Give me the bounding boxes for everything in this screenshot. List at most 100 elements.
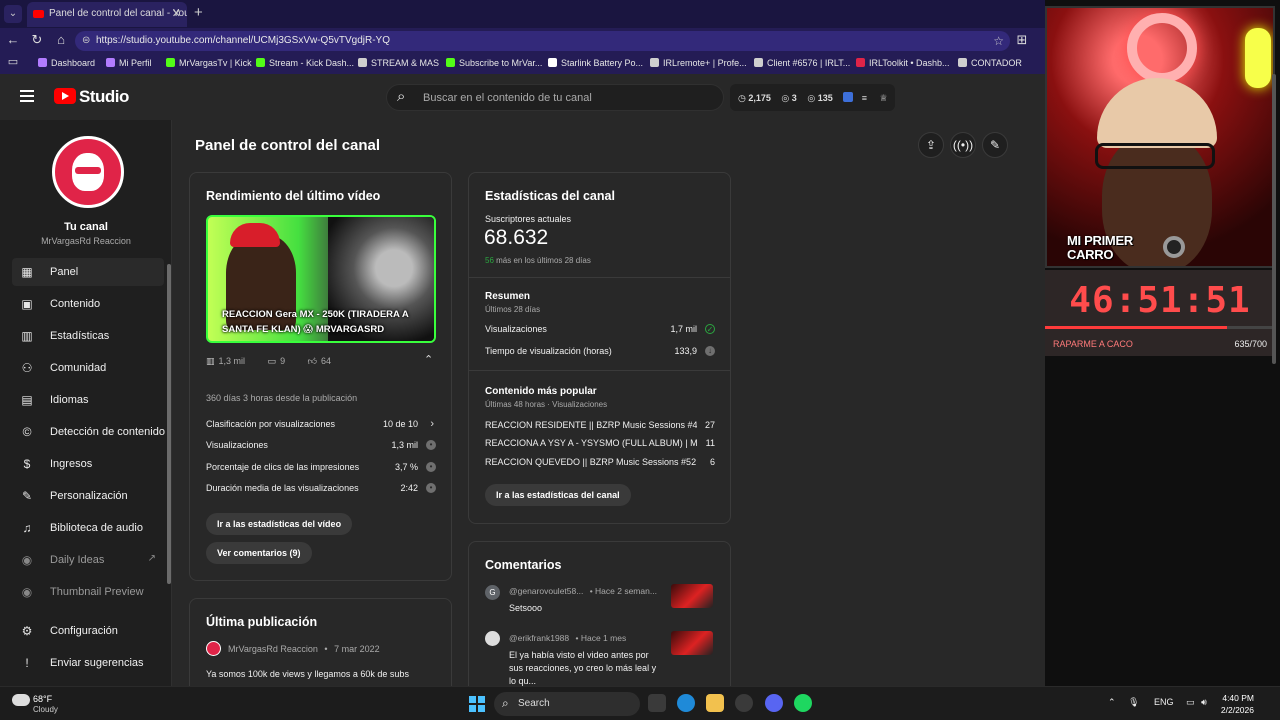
commenter-avatar[interactable] xyxy=(485,631,500,646)
thumbnail-title: REACCION Gera MX - 250K (TIRADERA A SANT… xyxy=(222,309,409,335)
bookmark-item[interactable]: Subscribe to MrVar... xyxy=(446,58,542,68)
comment-video-thumbnail[interactable] xyxy=(671,631,713,655)
bookmark-favicon-icon xyxy=(358,58,367,67)
home-icon[interactable]: ⌂ xyxy=(52,32,70,47)
volume-icon[interactable]: 🔊︎ xyxy=(1201,697,1207,707)
address-input[interactable]: ⊜ https://studio.youtube.com/channel/UCM… xyxy=(75,31,1010,51)
site-info-icon[interactable]: ⊜ xyxy=(82,35,90,46)
sidebar-item-feedback[interactable]: ! Enviar sugerencias xyxy=(12,649,164,677)
comment-user[interactable]: @genarovoulet58... xyxy=(509,586,583,596)
weather-temp[interactable]: 68°F xyxy=(33,694,52,704)
clock[interactable]: 4:40 PM 2/2/2026 xyxy=(1218,692,1254,716)
bookmark-item[interactable]: Client #6576 | IRLT... xyxy=(754,58,850,68)
sidebar-item-panel[interactable]: ▦ Panel xyxy=(12,258,164,286)
top-content-row[interactable]: REACCION QUEVEDO || BZRP Music Sessions … xyxy=(485,457,715,471)
bookmark-favicon-icon xyxy=(650,58,659,67)
streamer-cap xyxy=(1097,78,1217,148)
sidebar-item-languages[interactable]: ▤ Idiomas xyxy=(12,386,164,414)
close-tab-icon[interactable]: ✕ xyxy=(172,7,181,20)
bookmark-item[interactable]: Stream - Kick Dash... xyxy=(256,58,354,68)
back-icon[interactable]: ← xyxy=(4,32,22,47)
bookmark-item[interactable]: Starlink Battery Po... xyxy=(548,58,643,68)
channel-avatar[interactable] xyxy=(52,136,124,208)
obs-icon[interactable] xyxy=(735,694,753,712)
language-indicator[interactable]: ENG xyxy=(1154,697,1174,707)
bookmark-item[interactable]: STREAM & MAS xyxy=(358,58,439,68)
reload-icon[interactable]: ↻ xyxy=(28,32,46,48)
chevron-up-icon[interactable]: ⌃ xyxy=(1108,697,1116,707)
sidebar-item-earn[interactable]: $ Ingresos xyxy=(12,450,164,478)
weather-desc[interactable]: Cloudy xyxy=(33,705,58,714)
comment-time: • Hace 2 seman... xyxy=(589,586,657,596)
video-thumbnail[interactable]: REACCION Gera MX - 250K (TIRADERA A SANT… xyxy=(206,215,436,343)
tab-list-button[interactable]: ⌄ xyxy=(4,5,22,23)
channel-stats-card: Estadísticas del canal Suscriptores actu… xyxy=(468,172,731,524)
commenter-avatar[interactable]: G xyxy=(485,585,500,600)
menu-icon[interactable] xyxy=(20,90,34,105)
taskbar-search[interactable]: ⌕ Search xyxy=(494,692,640,716)
sidebar-item-customization[interactable]: ✎ Personalización xyxy=(12,482,164,510)
create-post-icon[interactable]: ✎ xyxy=(982,132,1008,158)
bookmark-item[interactable]: Mi Perfil xyxy=(106,58,152,68)
bookmark-star-icon[interactable]: ☆ xyxy=(993,34,1004,48)
trophy-icon[interactable]: ♕ xyxy=(880,93,888,103)
top-content-row[interactable]: REACCION RESIDENTE || BZRP Music Session… xyxy=(485,420,715,434)
sidebar-item-content[interactable]: ▣ Contenido xyxy=(12,290,164,318)
sidebar-item-label: Configuración xyxy=(50,625,118,637)
ranking-row[interactable]: Clasificación por visualizaciones 10 de … xyxy=(206,418,436,433)
sidebar-item-daily-ideas[interactable]: ◉ Daily Ideas ↗ xyxy=(12,546,164,574)
cloud-icon[interactable] xyxy=(12,694,30,706)
sidebar-item-copyright[interactable]: © Detección de contenido xyxy=(12,418,165,446)
sidebar-item-community[interactable]: ⚇ Comunidad xyxy=(12,354,164,382)
bookmark-item[interactable]: MrVargasTv | Kick xyxy=(166,58,252,68)
streamer-glasses xyxy=(1095,143,1215,169)
comment-user[interactable]: @erikfrank1988 xyxy=(509,633,569,643)
external-link-icon[interactable]: ↗ xyxy=(148,553,156,564)
start-button[interactable] xyxy=(469,696,485,712)
studio-logo[interactable]: Studio xyxy=(54,87,129,107)
bookmark-item[interactable]: CONTADOR xyxy=(958,58,1022,68)
sidebar-item-thumbnail-preview[interactable]: ◉ Thumbnail Preview xyxy=(12,578,164,606)
upload-icon[interactable]: ⇪ xyxy=(918,132,944,158)
edge-icon[interactable] xyxy=(677,694,695,712)
page-scrollbar[interactable] xyxy=(1272,74,1276,364)
video-analytics-button[interactable]: Ir a las estadísticas del vídeo xyxy=(206,513,353,535)
spotify-icon[interactable] xyxy=(794,694,812,712)
timer-goal-count: 635/700 xyxy=(1234,339,1267,349)
sidebar-item-analytics[interactable]: ▥ Estadísticas xyxy=(12,322,164,350)
list-icon[interactable]: ≡ xyxy=(862,93,867,103)
discord-icon[interactable] xyxy=(765,694,783,712)
task-view-icon[interactable] xyxy=(648,694,666,712)
since-publish: 360 días 3 horas desde la publicación xyxy=(206,393,358,403)
sidebar-item-audio-library[interactable]: ♫ Biblioteca de audio xyxy=(12,514,164,542)
bookmark-label: Client #6576 | IRLT... xyxy=(767,58,851,68)
collections-icon[interactable]: ⊞ xyxy=(1013,32,1031,48)
sidebar-item-settings[interactable]: ⚙ Configuración xyxy=(12,617,164,645)
post-meta: MrVargasRd Reaccion • 7 mar 2022 xyxy=(228,644,380,654)
extension-icon[interactable] xyxy=(843,92,854,102)
go-live-icon[interactable]: ((•)) xyxy=(950,132,976,158)
bookmark-item[interactable]: IRLToolkit • Dashb... xyxy=(856,58,950,68)
file-explorer-icon[interactable] xyxy=(706,694,724,712)
collapse-chevron-icon[interactable]: ⌃ xyxy=(424,353,433,366)
network-icon[interactable]: ▭ xyxy=(1186,697,1195,707)
top-content-row[interactable]: REACCIONA A YSY A - YSYSMO (FULL ALBUM) … xyxy=(485,438,715,452)
new-tab-button[interactable]: + xyxy=(194,4,203,21)
bookmark-favicon-icon xyxy=(166,58,175,67)
comment-video-thumbnail[interactable] xyxy=(671,584,713,608)
extension-counters[interactable]: ◷ 2,175 ◎ 3 ◎ 135 ≡ ♕ xyxy=(730,84,895,111)
sidebar-scrollbar[interactable] xyxy=(167,264,171,584)
browser-tab[interactable]: Panel de control del canal - YouTube ✕ xyxy=(27,2,187,27)
search-input[interactable]: ⌕ Buscar en el contenido de tu canal xyxy=(386,84,724,111)
bookmarks-menu-icon[interactable]: ▭ xyxy=(4,55,22,68)
sidebar-item-label: Contenido xyxy=(50,298,101,310)
bookmark-item[interactable]: IRLremote+ | Profe... xyxy=(650,58,747,68)
bookmark-item[interactable]: Dashboard xyxy=(38,58,95,68)
community-icon: ⚇ xyxy=(21,361,33,375)
subs-delta-text: más en los últimos 28 días xyxy=(496,256,591,265)
channel-analytics-button[interactable]: Ir a las estadísticas del canal xyxy=(485,484,631,506)
row-label: Visualizaciones xyxy=(485,324,547,334)
microphone-icon[interactable]: 🎙︎ xyxy=(1128,697,1139,707)
summary-views-row: Visualizaciones 1,7 mil ✓ xyxy=(485,324,715,338)
view-comments-button[interactable]: Ver comentarios (9) xyxy=(206,542,312,564)
